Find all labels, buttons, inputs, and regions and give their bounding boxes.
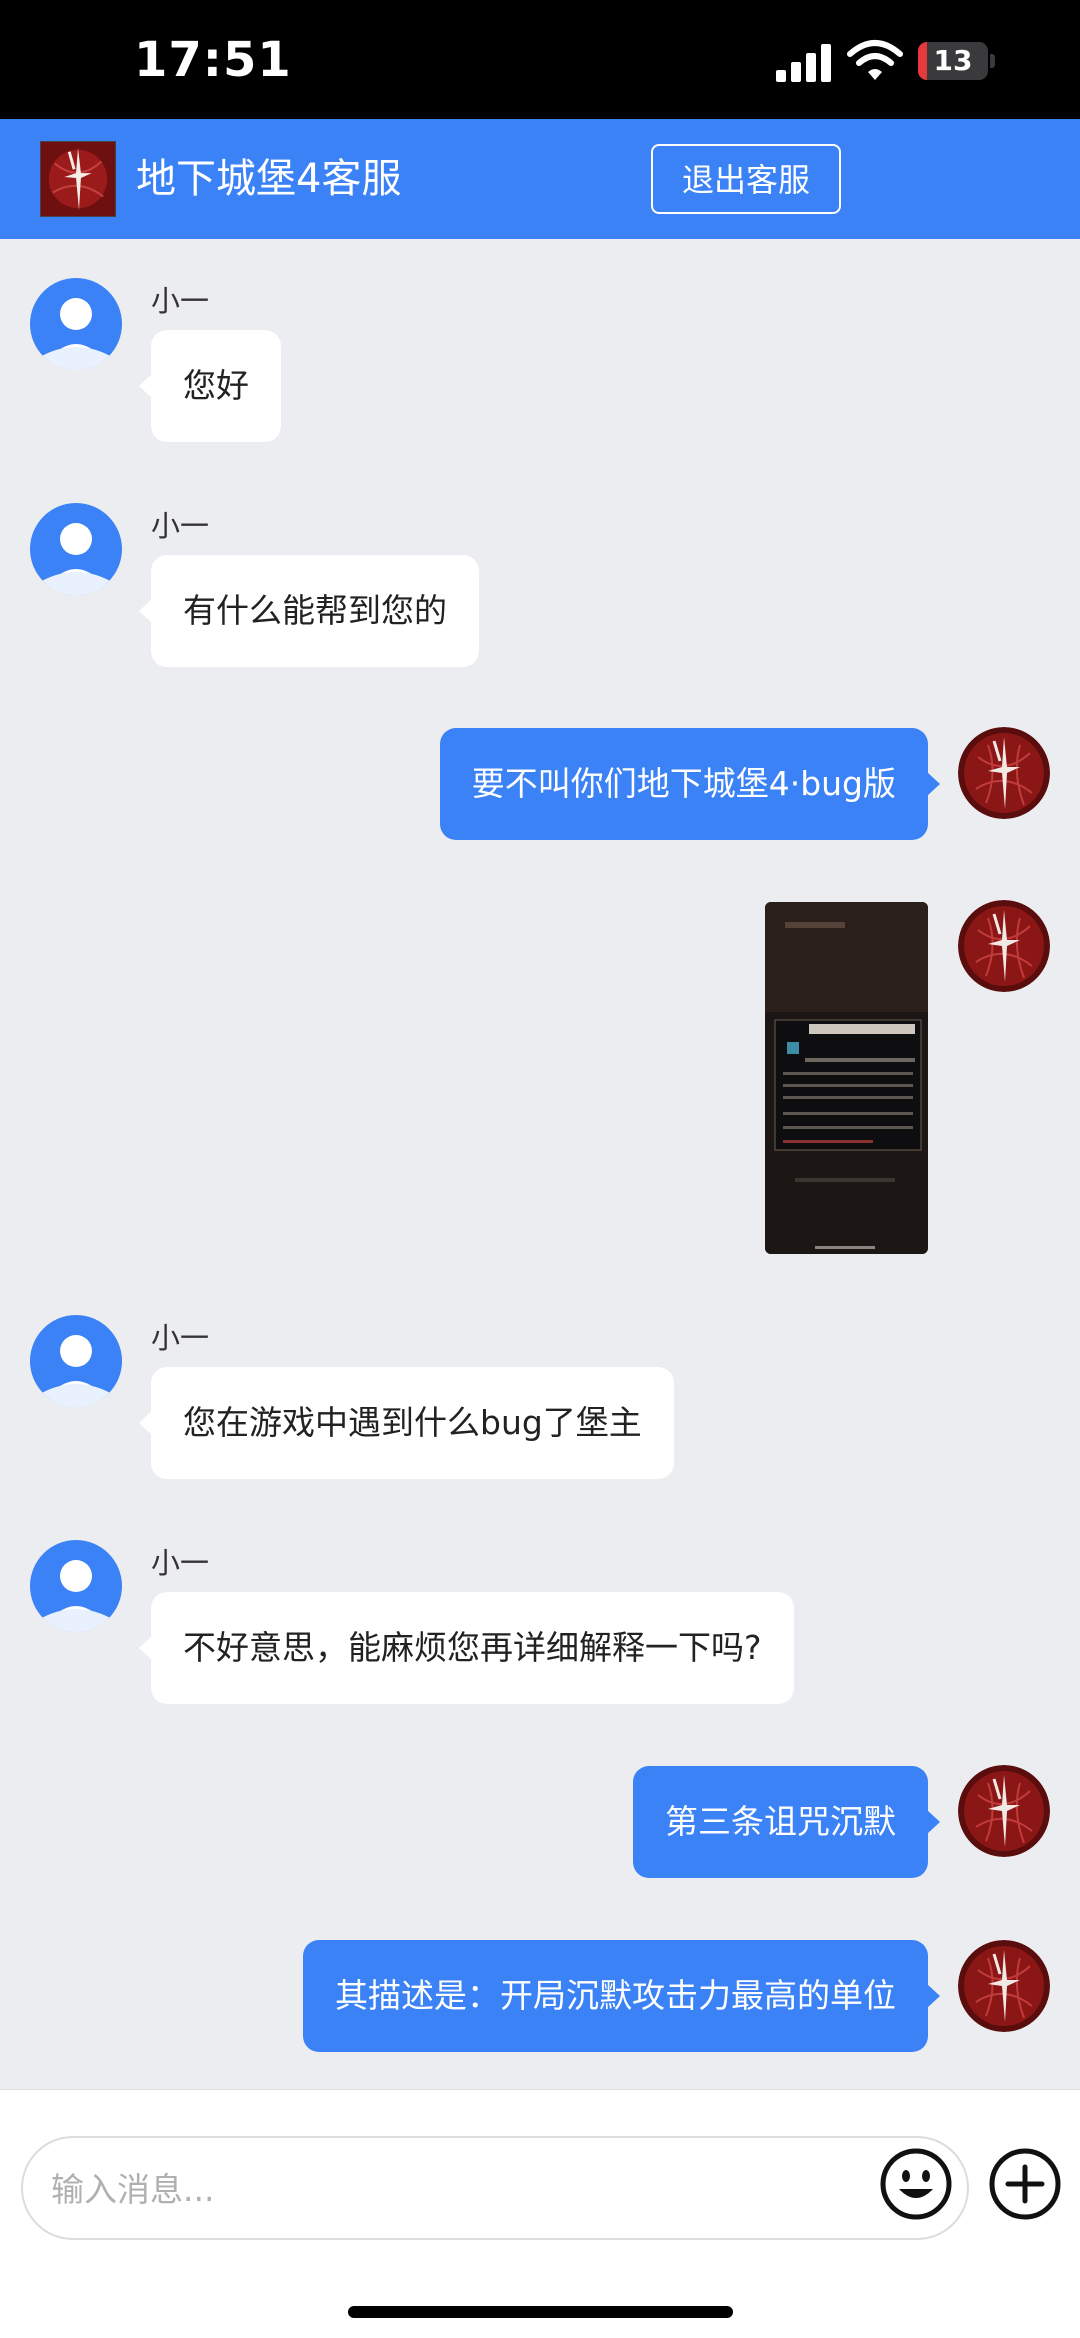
user-avatar xyxy=(958,1765,1050,1857)
message-bubble-own[interactable]: 第三条诅咒沉默 xyxy=(633,1766,940,1878)
agent-avatar xyxy=(30,278,122,370)
message-bubble[interactable]: 您在游戏中遇到什么bug了堡主 xyxy=(139,1367,674,1479)
agent-avatar xyxy=(30,1315,122,1407)
chat-header: 地下城堡4客服 退出客服 xyxy=(0,119,1080,239)
agent-avatar xyxy=(30,503,122,595)
chat-title: 地下城堡4客服 xyxy=(136,156,402,202)
signal-icon xyxy=(776,44,831,82)
message-bubble[interactable]: 有什么能帮到您的 xyxy=(139,555,479,667)
battery-level-text: 13 xyxy=(933,44,973,77)
status-bar: 17:51 13 xyxy=(0,0,1080,119)
message-input-bar xyxy=(0,2089,1080,2338)
agent-avatar xyxy=(30,1540,122,1632)
sender-name: 小一 xyxy=(151,1321,210,1355)
screenshot-thumbnail-icon xyxy=(765,902,928,1254)
home-indicator xyxy=(348,2306,733,2318)
message-input-container xyxy=(21,2136,969,2240)
message-input[interactable] xyxy=(49,2138,873,2240)
exit-support-button[interactable]: 退出客服 xyxy=(651,144,841,214)
game-logo-icon xyxy=(40,141,116,217)
add-attachment-icon[interactable] xyxy=(988,2147,1062,2221)
user-avatar xyxy=(958,1940,1050,2032)
sender-name: 小一 xyxy=(151,509,210,543)
wifi-icon xyxy=(847,40,903,80)
image-message-thumbnail[interactable] xyxy=(765,902,928,1254)
status-time: 17:51 xyxy=(134,32,292,88)
message-bubble[interactable]: 您好 xyxy=(139,330,281,442)
user-avatar xyxy=(958,727,1050,819)
message-bubble-own[interactable]: 其描述是：开局沉默攻击力最高的单位 xyxy=(303,1940,940,2052)
sender-name: 小一 xyxy=(151,1546,210,1580)
message-bubble-own[interactable]: 要不叫你们地下城堡4·bug版 xyxy=(439,728,941,840)
message-bubble[interactable]: 不好意思，能麻烦您再详细解释一下吗? xyxy=(139,1592,794,1704)
emoji-icon[interactable] xyxy=(879,2147,953,2221)
battery-indicator: 13 xyxy=(918,42,998,82)
sender-name: 小一 xyxy=(151,284,210,318)
user-avatar xyxy=(958,900,1050,992)
